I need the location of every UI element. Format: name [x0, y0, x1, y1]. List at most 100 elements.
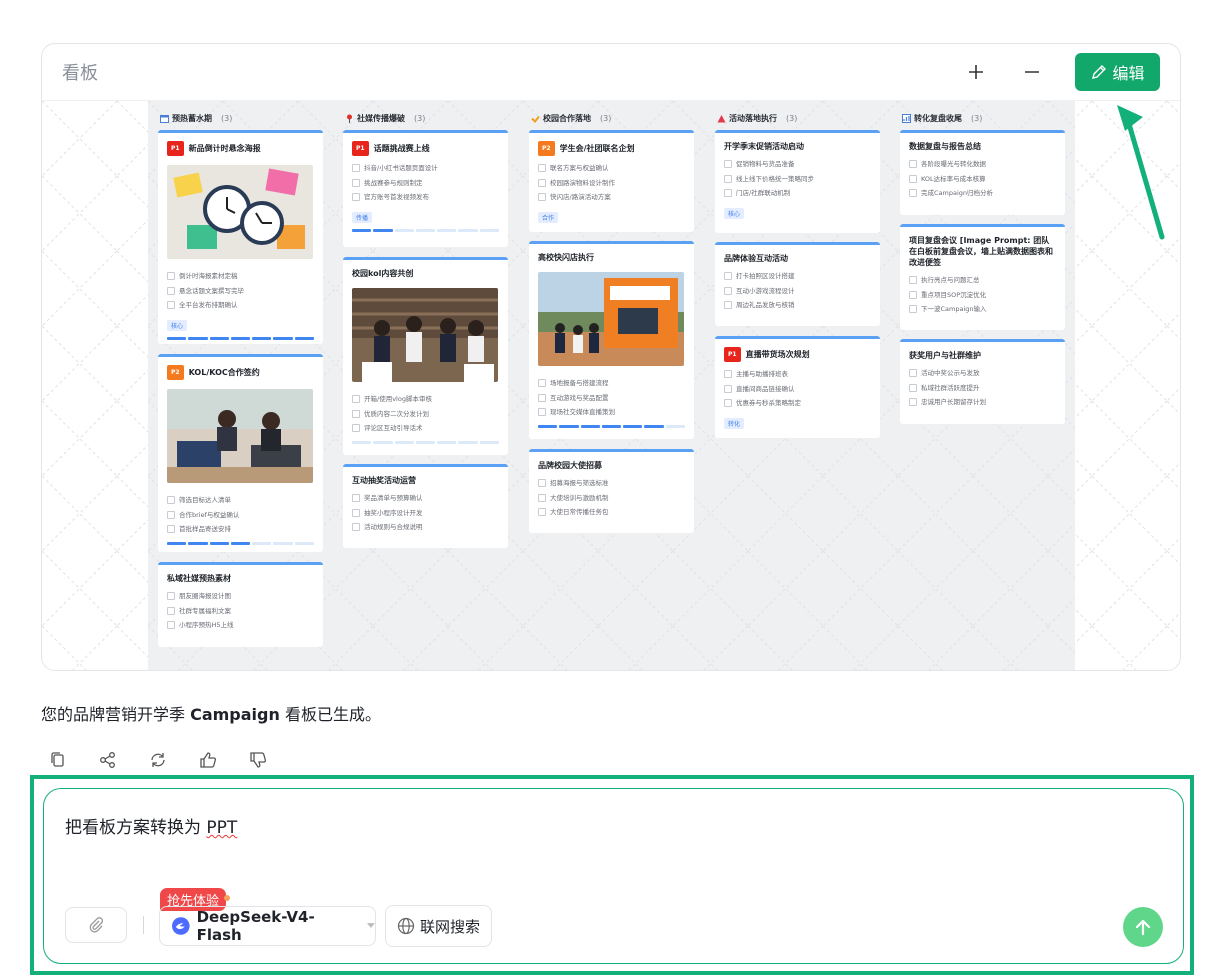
checklist-item[interactable]: 活动规则与合规说明: [352, 520, 499, 535]
checklist-item[interactable]: 现场社交媒体直播策划: [538, 405, 685, 420]
attach-button[interactable]: [65, 907, 127, 943]
share-icon[interactable]: [99, 751, 117, 769]
checklist-item[interactable]: 快闪店/路演活动方案: [538, 190, 685, 205]
input-text[interactable]: 把看板方案转换为 PPT: [65, 813, 237, 838]
kanban-card[interactable]: 品牌校园大使招募 招募海报与筛选标准 大使培训与激励机制 大使日常传播任务包: [529, 449, 694, 533]
send-button[interactable]: [1123, 907, 1163, 947]
checklist-item[interactable]: 挑战赛参与规则制定: [352, 176, 499, 191]
kanban-card[interactable]: 校园kol内容共创 开箱/使用vlog脚本审核 优质内容二次分发计划 评论区互动…: [343, 257, 508, 455]
checklist-item[interactable]: 主播与助播排班表: [724, 367, 871, 382]
checklist-item[interactable]: 朋友圈海报设计图: [167, 589, 314, 604]
checklist-item[interactable]: 打卡拍照区设计搭建: [724, 269, 871, 284]
kanban-card[interactable]: 私域社媒预热素材 朋友圈海报设计图 社群专属福利文案 小程序预热H5上线: [158, 562, 323, 647]
kanban-card[interactable]: P2 KOL/KOC合作签约 筛选目标达人清单 合作brief与权益确认 首批样品…: [158, 354, 323, 552]
checklist-item[interactable]: 开箱/使用vlog脚本审核: [352, 392, 499, 407]
edit-button[interactable]: 编辑: [1075, 53, 1160, 91]
kanban-card[interactable]: P1 直播带货场次规划 主播与助播排班表 直播间商品链接确认 优惠券与秒杀策略制定…: [715, 336, 880, 438]
progress-segment: [167, 541, 187, 545]
progress-segment: [352, 228, 372, 232]
column-count: (3): [414, 113, 426, 123]
checklist-item[interactable]: 官方账号首发视频发布: [352, 190, 499, 205]
checklist-item[interactable]: 重点项目SOP沉淀优化: [909, 288, 1056, 303]
kanban-card[interactable]: 获奖用户与社群维护 活动中奖公示与发放 私域社群活跃度提升 忠诚用户长期留存计划: [900, 339, 1065, 424]
checklist-item[interactable]: 门店/社群联动机制: [724, 186, 871, 201]
checklist-item[interactable]: 筛选目标达人清单: [167, 493, 314, 508]
thumbs-down-icon[interactable]: [249, 751, 267, 769]
checklist-item[interactable]: 活动中奖公示与发放: [909, 366, 1056, 381]
kanban-card[interactable]: P1 话题挑战赛上线 抖音/小红书话题页面设计 挑战赛参与规则制定 官方账号首发视…: [343, 130, 508, 247]
checklist-item[interactable]: 完成Campaign归档分析: [909, 186, 1056, 201]
checklist-item[interactable]: 抖音/小红书话题页面设计: [352, 161, 499, 176]
kanban-card[interactable]: 项目复盘会议 [Image Prompt: 团队在白板前复盘会议，墙上贴满数据图…: [900, 224, 1065, 330]
checklist-item[interactable]: 执行亮点与问题汇总: [909, 273, 1056, 288]
checklist-item[interactable]: 小程序预热H5上线: [167, 618, 314, 633]
checklist-item[interactable]: 倒计时海报素材定稿: [167, 269, 314, 284]
progress-segment: [458, 440, 478, 444]
thumbs-up-icon[interactable]: [199, 751, 217, 769]
progress-bar: [352, 228, 499, 232]
checklist-item[interactable]: 直播间商品链接确认: [724, 382, 871, 397]
checklist-item[interactable]: 周边礼品发放与核销: [724, 298, 871, 313]
card-tag: 核心: [724, 207, 745, 219]
kanban-card[interactable]: 品牌体验互动活动 打卡拍照区设计搭建 互动小游戏流程设计 周边礼品发放与核销: [715, 242, 880, 326]
checklist-item[interactable]: 互动小游戏流程设计: [724, 284, 871, 299]
checklist-item[interactable]: 优质内容二次分发计划: [352, 407, 499, 422]
kanban-card[interactable]: P2 学生会/社团联名企划 联名方案与权益确认 校园路演物料设计制作 快闪店/路演…: [529, 130, 694, 232]
card-title: 新品倒计时悬念海报: [188, 144, 261, 153]
checklist-item[interactable]: 忠诚用户长期留存计划: [909, 395, 1056, 410]
kanban-canvas[interactable]: 预热蓄水期 (3) P1 新品倒计时悬念海报 倒计时海报素材定稿 悬念话题文案撰…: [42, 101, 1180, 670]
checklist-item[interactable]: 奖品清单与预算确认: [352, 491, 499, 506]
kanban-card[interactable]: 数据复盘与报告总结 各阶段曝光与转化数据 KOL达标率与成本核算 完成Campa…: [900, 130, 1065, 215]
refresh-icon[interactable]: [149, 751, 167, 769]
checklist-item[interactable]: 招募海报与筛选标准: [538, 476, 685, 491]
card-image: [167, 389, 313, 483]
checklist-item[interactable]: 大使培训与激励机制: [538, 491, 685, 506]
checklist-item[interactable]: 抽奖小程序设计开发: [352, 506, 499, 521]
card-tag: 转化: [724, 417, 745, 429]
chat-input[interactable]: 把看板方案转换为 PPT 抢先体验 DeepSeek-V4-Flash 联网搜索: [43, 788, 1184, 964]
model-selector[interactable]: DeepSeek-V4-Flash: [159, 906, 376, 946]
checklist-item[interactable]: 促销物料与货品准备: [724, 157, 871, 172]
checklist-item[interactable]: 合作brief与权益确认: [167, 508, 314, 523]
progress-segment: [373, 440, 393, 444]
progress-segment: [167, 336, 187, 340]
column-title: 预热蓄水期: [172, 113, 212, 123]
column-count: (3): [971, 113, 983, 123]
checklist-item[interactable]: KOL达标率与成本核算: [909, 172, 1056, 187]
kanban-card[interactable]: 开学季末促销活动启动 促销物料与货品准备 线上线下价格统一策略同步 门店/社群联…: [715, 130, 880, 233]
pencil-icon: [1092, 64, 1107, 79]
checklist-item[interactable]: 评论区互动引导话术: [352, 421, 499, 436]
checklist-item[interactable]: 下一波Campaign输入: [909, 302, 1056, 317]
checklist-item[interactable]: 校园路演物料设计制作: [538, 176, 685, 191]
arrow-up-icon: [1135, 919, 1151, 936]
zoom-in-button[interactable]: [963, 59, 989, 85]
checklist-item[interactable]: 大使日常传播任务包: [538, 505, 685, 520]
priority-badge: P2: [538, 141, 555, 156]
card-title: 数据复盘与报告总结: [909, 142, 981, 151]
checklist-item[interactable]: 私域社群活跃度提升: [909, 381, 1056, 396]
checklist-item[interactable]: 场地报备与搭建流程: [538, 376, 685, 391]
kanban-card[interactable]: P1 新品倒计时悬念海报 倒计时海报素材定稿 悬念话题文案撰写完毕 全平台发布排期…: [158, 130, 323, 344]
progress-segment: [252, 541, 272, 545]
web-search-label: 联网搜索: [419, 917, 480, 936]
checklist-item[interactable]: 各阶段曝光与转化数据: [909, 157, 1056, 172]
kanban-card[interactable]: 高校快闪店执行 场地报备与搭建流程 互动游戏与奖品配置 现场社交媒体直播策划: [529, 241, 694, 439]
checklist-item[interactable]: 首批样品寄送安排: [167, 522, 314, 537]
card-title: 获奖用户与社群维护: [909, 351, 981, 360]
kanban-card[interactable]: 互动抽奖活动运营 奖品清单与预算确认 抽奖小程序设计开发 活动规则与合规说明: [343, 464, 508, 548]
checklist-item[interactable]: 优惠券与秒杀策略制定: [724, 396, 871, 411]
copy-icon[interactable]: [49, 751, 67, 769]
checklist-item[interactable]: 全平台发布排期确认: [167, 298, 314, 313]
checklist-item[interactable]: 线上线下价格统一策略同步: [724, 172, 871, 187]
checklist-item[interactable]: 悬念话题文案撰写完毕: [167, 284, 314, 299]
checklist-item[interactable]: 联名方案与权益确认: [538, 161, 685, 176]
zoom-out-button[interactable]: [1019, 59, 1045, 85]
deepseek-logo-icon: [172, 917, 190, 935]
web-search-toggle[interactable]: 联网搜索: [385, 905, 492, 947]
checklist-item[interactable]: 互动游戏与奖品配置: [538, 391, 685, 406]
priority-badge: P1: [167, 141, 184, 156]
checklist-item[interactable]: 社群专属福利文案: [167, 604, 314, 619]
message-text: 看板已生成。: [279, 705, 381, 724]
progress-bar: [167, 541, 314, 545]
progress-segment: [394, 440, 414, 444]
